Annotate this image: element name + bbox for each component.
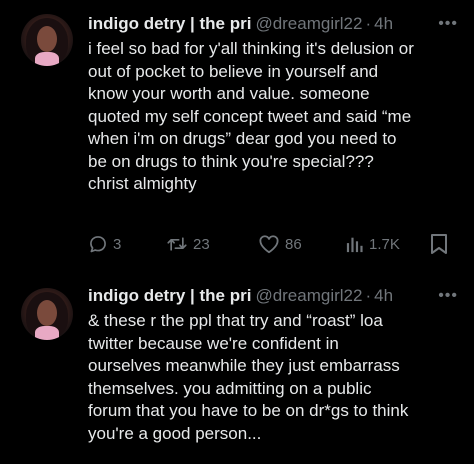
tweet-text: & these r the ppl that try and “roast” l… bbox=[88, 311, 409, 443]
tweet-actions: 3 23 86 1.7K bbox=[88, 232, 458, 256]
more-options-icon[interactable]: ••• bbox=[438, 284, 458, 308]
reply-button[interactable]: 3 bbox=[88, 232, 121, 256]
tweet-text: i feel so bad for y'all thinking it's de… bbox=[88, 39, 414, 193]
avatar-face bbox=[37, 300, 57, 326]
tweet-header: indigo detry | the pri @dreamgirl22 · 4h… bbox=[88, 12, 466, 36]
tweet-header: indigo detry | the pri @dreamgirl22 · 4h… bbox=[88, 284, 466, 308]
bookmark-icon bbox=[431, 234, 447, 254]
more-options-icon[interactable]: ••• bbox=[438, 12, 458, 36]
tweet[interactable]: indigo detry | the pri @dreamgirl22 · 4h… bbox=[0, 0, 474, 280]
bookmark-button[interactable] bbox=[430, 232, 448, 256]
repost-icon bbox=[167, 237, 187, 251]
reply-icon bbox=[90, 236, 106, 253]
avatar[interactable] bbox=[21, 14, 73, 66]
avatar[interactable] bbox=[21, 288, 73, 340]
separator-dot: · bbox=[365, 286, 372, 305]
heart-icon bbox=[259, 235, 279, 254]
handle[interactable]: @dreamgirl22 bbox=[255, 14, 362, 34]
separator-dot: · bbox=[365, 14, 372, 33]
like-button[interactable]: 86 bbox=[258, 232, 302, 256]
display-name[interactable]: indigo detry | the pri bbox=[88, 14, 251, 34]
repost-button[interactable]: 23 bbox=[166, 232, 210, 256]
views-icon bbox=[346, 237, 363, 253]
reply-count: 3 bbox=[113, 235, 122, 253]
avatar-face bbox=[37, 26, 57, 52]
views-count: 1.7K bbox=[369, 235, 400, 253]
timestamp[interactable]: 4h bbox=[374, 14, 393, 34]
avatar-shirt bbox=[35, 52, 59, 66]
tweet[interactable]: indigo detry | the pri @dreamgirl22 · 4h… bbox=[0, 280, 474, 464]
timestamp[interactable]: 4h bbox=[374, 286, 393, 306]
views-button[interactable]: 1.7K bbox=[346, 232, 400, 256]
repost-count: 23 bbox=[193, 235, 210, 253]
avatar-shirt bbox=[35, 326, 59, 340]
display-name[interactable]: indigo detry | the pri bbox=[88, 286, 251, 306]
like-count: 86 bbox=[285, 235, 302, 253]
handle[interactable]: @dreamgirl22 bbox=[255, 286, 362, 306]
